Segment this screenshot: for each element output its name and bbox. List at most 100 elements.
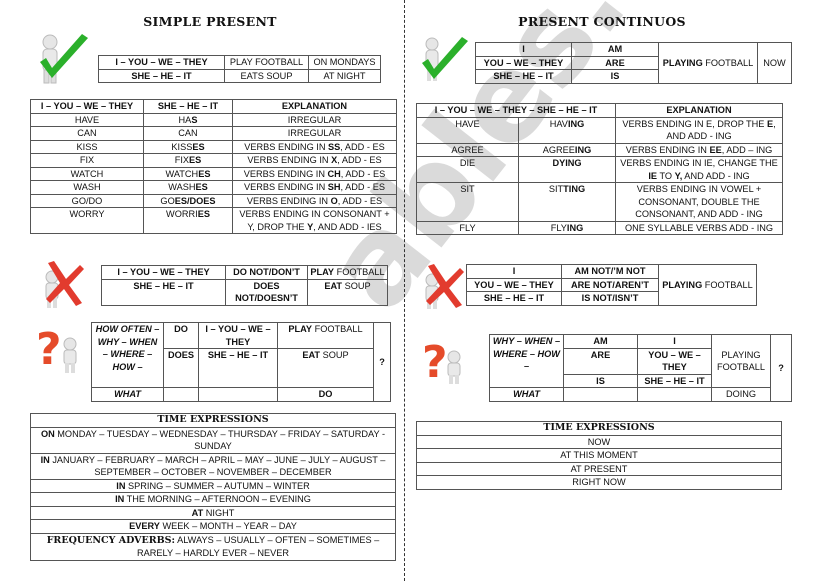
- aux-cell: ARE: [571, 55, 659, 70]
- time-expressions-header: TIME EXPRESSIONS: [30, 413, 396, 428]
- sp-negative-table: I – YOU – WE – THEY DO NOT/DON’T PLAY FO…: [101, 265, 388, 306]
- explanation-cell: VERBS ENDING IN IE, CHANGE THE IE TO Y, …: [615, 156, 784, 183]
- present-continuous-title: PRESENT CONTINUOS: [518, 14, 686, 29]
- cut-line-divider: [404, 0, 405, 581]
- aux-cell: IS NOT/ISN’T: [561, 291, 659, 306]
- table-row: DIE DYING VERBS ENDING IN IE, CHANGE THE I…: [416, 156, 784, 183]
- third-person-cell: WATCHES: [143, 166, 233, 181]
- base-verb-cell: KISS: [30, 139, 144, 154]
- ing-form-cell: SITTING: [517, 182, 617, 222]
- pc-spelling-rules-table: I – YOU – WE – THEY – SHE – HE – IT EXPL…: [415, 103, 784, 235]
- table-header-row: I – YOU – WE – THEY – SHE – HE – IT EXPL…: [415, 103, 784, 118]
- table-row: SHE – HE – IT DOES NOT/DOESN’T EAT SOUP: [101, 278, 388, 306]
- time-cell: NOW: [757, 42, 792, 84]
- explanation-cell: VERBS ENDING IN CH, ADD - ES: [232, 166, 397, 181]
- time-expression-cell: IN SPRING – SUMMER – AUTUMN – WINTER: [30, 478, 396, 493]
- verb-cell: PLAY FOOTBALL: [307, 265, 388, 280]
- subject-cell: YOU – WE – THEY: [475, 55, 572, 70]
- time-expression-cell: IN JANUARY – FEBRUARY – MARCH – APRIL – …: [30, 452, 396, 480]
- person-checkmark-icon: [40, 34, 88, 84]
- base-verb-cell: CAN: [30, 126, 144, 141]
- base-verb-cell: AGREE: [416, 142, 519, 157]
- base-verb-cell: FIX: [30, 153, 144, 168]
- verb-cell: PLAY FOOTBALL: [277, 322, 374, 349]
- table-row: I – YOU – WE – THEY DO NOT/DON’T PLAY FO…: [101, 265, 388, 280]
- subject-cell: SHE – HE – IT: [466, 291, 562, 306]
- third-person-cell: GOES/DOES: [143, 193, 233, 208]
- column-header: I – YOU – WE – THEY – SHE – HE – IT: [415, 103, 617, 118]
- verb-cell: PLAYING FOOTBALL: [658, 264, 757, 306]
- person-checkmark-icon: [422, 37, 468, 81]
- aux-cell: DOES NOT/DOESN’T: [225, 278, 308, 306]
- table-row: I AM NOT/’M NOT PLAYING FOOTBALL: [466, 264, 757, 306]
- time-expression-cell: EVERY WEEK – MONTH – YEAR – DAY: [30, 519, 396, 534]
- aux-cell: AM: [563, 334, 638, 349]
- svg-text:?: ?: [36, 324, 62, 374]
- time-cell: AT NIGHT: [308, 68, 381, 83]
- table-row: ON MONDAY – TUESDAY – WEDNESDAY – THURSD…: [30, 426, 396, 454]
- explanation-cell: VERBS ENDING IN E, DROP THE E, AND ADD -…: [615, 116, 784, 144]
- subject-cell: SHE – HE – IT: [101, 278, 226, 306]
- base-verb-cell: WORRY: [30, 207, 144, 234]
- sp-spelling-rules-table: I – YOU – WE – THEY SHE – HE – IT EXPLAN…: [30, 99, 397, 234]
- explanation-cell: IRREGULAR: [232, 126, 397, 141]
- table-row: I – YOU – WE – THEY PLAY FOOTBALL ON MON…: [98, 55, 381, 70]
- wh-what-cell: WHAT: [91, 387, 164, 402]
- simple-present-title: SIMPLE PRESENT: [143, 14, 277, 29]
- table-row: AT PRESENT: [416, 461, 782, 476]
- table-row: NOW: [416, 434, 782, 449]
- column-header: I – YOU – WE – THEY: [30, 99, 144, 114]
- verb-cell: EAT SOUP: [277, 348, 374, 388]
- table-row: FLY FLYING ONE SYLLABLE VERBS ADD - ING: [416, 220, 784, 235]
- time-expression-cell: ON MONDAY – TUESDAY – WEDNESDAY – THURSD…: [30, 426, 396, 454]
- time-expressions-header: TIME EXPRESSIONS: [416, 421, 782, 436]
- person-red-x-icon: [425, 264, 464, 309]
- table-row: I AM PLAYING FOOTBALL NOW: [475, 42, 792, 84]
- verb-cell: PLAYING FOOTBALL: [658, 42, 758, 84]
- table-header-row: I – YOU – WE – THEY SHE – HE – IT EXPLAN…: [30, 99, 397, 114]
- third-person-cell: WORRIES: [143, 207, 233, 234]
- third-person-cell: CAN: [143, 126, 233, 141]
- third-person-cell: WASHES: [143, 180, 233, 195]
- aux-cell: AM: [571, 42, 659, 57]
- table-row: IN JANUARY – FEBRUARY – MARCH – APRIL – …: [30, 452, 396, 480]
- table-row: SIT SITTING VERBS ENDING IN VOWEL + CONSON…: [416, 182, 784, 222]
- column-header: EXPLANATION: [615, 103, 784, 118]
- subject-cell: SHE – HE – IT: [198, 348, 278, 388]
- ing-form-cell: DYING: [517, 156, 617, 183]
- explanation-cell: VERBS ENDING IN SH, ADD - ES: [232, 180, 397, 195]
- sp-affirmative-table: I – YOU – WE – THEY PLAY FOOTBALL ON MON…: [98, 55, 381, 83]
- aux-cell: DOES: [163, 348, 199, 388]
- table-row: WHAT DO: [91, 387, 391, 402]
- table-row: WHAT DOING: [489, 387, 792, 402]
- verb-cell: EAT SOUP: [307, 278, 388, 306]
- subject-cell: SHE – HE – IT: [637, 373, 712, 388]
- aux-cell: DO NOT/DON’T: [225, 265, 308, 280]
- table-row: AT THIS MOMENT: [416, 448, 782, 463]
- explanation-cell: VERBS ENDING IN VOWEL + CONSONANT, DOUBL…: [615, 182, 784, 222]
- subject-cell: YOU – WE – THEY: [637, 347, 712, 375]
- subject-cell: SHE – HE – IT: [98, 68, 225, 83]
- subject-cell: I – YOU – WE – THEY: [198, 322, 278, 349]
- subject-cell: I: [466, 264, 562, 279]
- table-row: AT NIGHT: [30, 505, 396, 520]
- wh-what-cell: WHAT: [489, 387, 564, 402]
- third-person-cell: FIXES: [143, 153, 233, 168]
- verb-cell: PLAYING FOOTBALL: [711, 334, 771, 388]
- base-verb-cell: WASH: [30, 180, 144, 195]
- subject-cell: I – YOU – WE – THEY: [98, 55, 225, 70]
- explanation-cell: VERBS ENDING IN X, ADD - ES: [232, 153, 397, 168]
- explanation-cell: VERBS ENDING IN O, ADD - ES: [232, 193, 397, 208]
- empty-cell: [563, 387, 638, 402]
- verb-cell: EATS SOUP: [224, 68, 309, 83]
- time-cell: ON MONDAYS: [308, 55, 381, 70]
- verb-cell: DOING: [711, 387, 771, 402]
- table-header-row: TIME EXPRESSIONS: [416, 421, 782, 436]
- explanation-cell: VERBS ENDING IN CONSONANT + Y, DROP THE …: [232, 207, 397, 234]
- subject-cell: I – YOU – WE – THEY: [101, 265, 226, 280]
- table-row: WATCH WATCHES VERBS ENDING IN CH, ADD - ES: [30, 166, 397, 181]
- base-verb-cell: HAVE: [30, 112, 144, 127]
- person-question-mark-icon: ?: [422, 337, 461, 385]
- table-row: AGREE AGREEING VERBS ENDING IN EE, ADD – I…: [416, 142, 784, 157]
- table-row: RIGHT NOW: [416, 475, 782, 490]
